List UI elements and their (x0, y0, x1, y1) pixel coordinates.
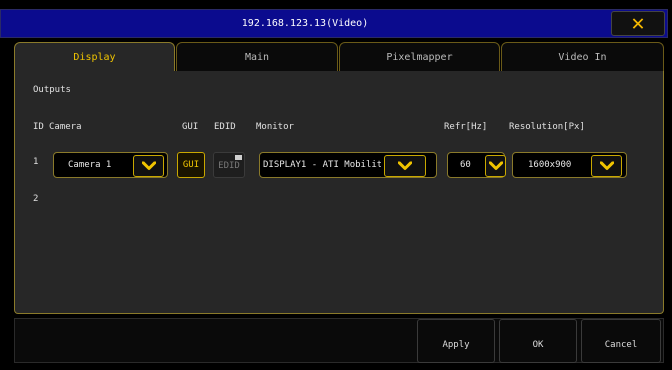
tab-display[interactable]: Display (14, 42, 175, 72)
col-refresh: Refr[Hz] (444, 122, 488, 132)
resolution-select[interactable]: 1600x900 (512, 152, 627, 178)
camera-value: Camera 1 (68, 160, 112, 170)
apply-button[interactable]: Apply (417, 319, 495, 363)
row-id: 2 (33, 194, 39, 204)
window-title: 192.168.123.13(Video) (241, 18, 369, 29)
camera-select[interactable]: Camera 1 (53, 152, 168, 178)
monitor-value: DISPLAY1 - ATI Mobility (263, 160, 381, 170)
edid-button[interactable]: EDID (213, 152, 245, 178)
refresh-value: 60 (460, 160, 471, 170)
edid-label: EDID (218, 161, 240, 171)
chevron-down-icon (133, 155, 164, 177)
col-gui: GUI (182, 122, 199, 132)
display-panel: Outputs ID Camera GUI EDID Monitor Refr[… (14, 71, 664, 314)
close-icon: ✕ (631, 11, 645, 36)
refresh-select[interactable]: 60 (447, 152, 506, 178)
resolution-value: 1600x900 (528, 160, 572, 170)
col-resolution: Resolution[Px] (509, 122, 585, 132)
ok-button[interactable]: OK (499, 319, 577, 363)
row-id: 1 (33, 157, 39, 167)
col-id: ID (33, 122, 44, 132)
cancel-button[interactable]: Cancel (581, 319, 661, 363)
tab-label: Main (244, 52, 270, 63)
tab-label: Video In (558, 52, 607, 63)
title-bar: 192.168.123.13(Video) ✕ (0, 9, 668, 38)
monitor-select[interactable]: DISPLAY1 - ATI Mobility (259, 152, 437, 178)
gui-button[interactable]: GUI (177, 152, 205, 178)
tab-main[interactable]: Main (176, 42, 338, 72)
outputs-heading: Outputs (33, 85, 71, 95)
edid-indicator (235, 155, 242, 160)
chevron-down-icon (485, 155, 506, 177)
col-monitor: Monitor (256, 122, 294, 132)
close-button[interactable]: ✕ (611, 11, 665, 36)
tab-video-in[interactable]: Video In (501, 42, 664, 72)
tab-label: Display (73, 52, 116, 63)
col-camera: Camera (49, 122, 82, 132)
chevron-down-icon (591, 155, 622, 177)
tab-label: Pixelmapper (386, 52, 453, 63)
chevron-down-icon (384, 155, 426, 177)
tab-pixelmapper[interactable]: Pixelmapper (339, 42, 500, 72)
col-edid: EDID (214, 122, 236, 132)
